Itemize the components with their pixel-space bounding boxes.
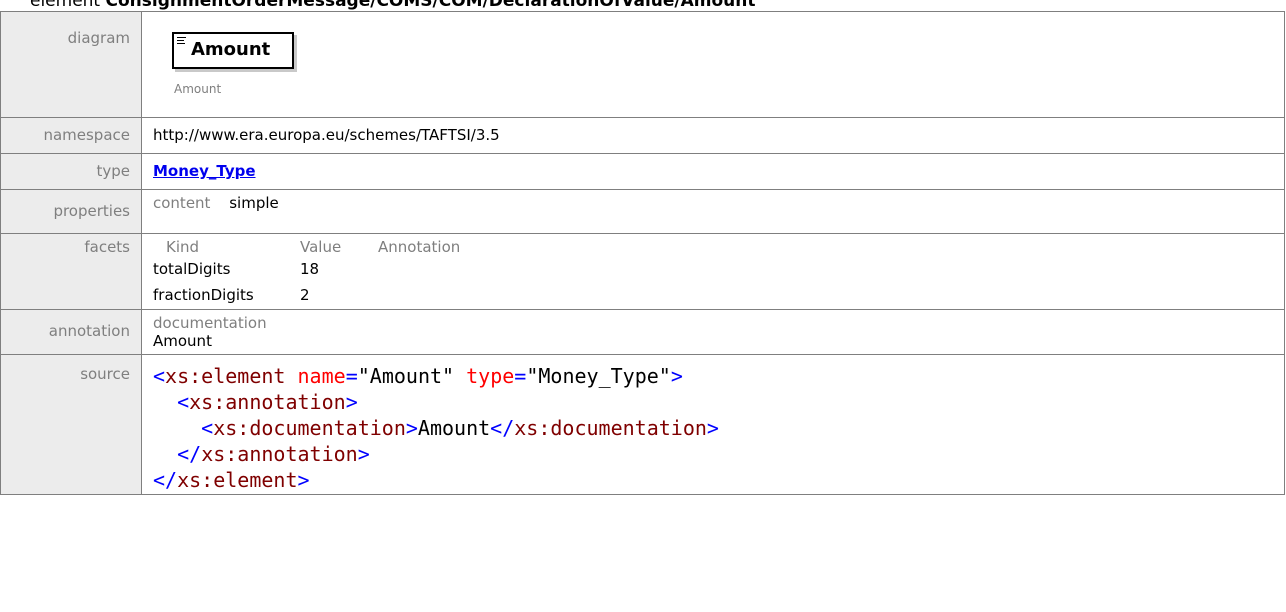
src-doc-text: Amount [417,416,491,440]
label-properties: properties [0,189,142,234]
src-attr-name-value: "Amount" [357,364,455,388]
facet-value: 2 [300,286,310,304]
facets-header-value: Value [300,238,342,256]
row-diagram: diagram Amount Amount [0,11,1285,118]
label-annotation: annotation [0,309,142,355]
annotation-block: documentation Amount [153,314,1284,350]
label-diagram: diagram [0,11,142,118]
title-prefix: element [30,0,101,11]
src-annotation-open: xs:annotation [189,390,346,414]
facet-kind: fractionDigits [153,286,254,304]
property-key: content [153,194,211,212]
property-value: simple [229,194,279,212]
row-namespace: namespace http://www.era.europa.eu/schem… [0,117,1285,154]
type-cell: Money_Type [141,153,1285,190]
element-diagram-box[interactable]: Amount [172,32,294,69]
page-title: element ConsignmentOrderMessage/COMS/COM… [30,0,756,11]
annotation-cell: documentation Amount [141,309,1285,355]
source-code: <xs:element name="Amount" type="Money_Ty… [153,364,719,492]
namespace-value: http://www.era.europa.eu/schemes/TAFTSI/… [141,117,1285,154]
facet-row: totalDigits 18 [153,256,1284,282]
title-path: ConsignmentOrderMessage/COMS/COM/Declara… [105,0,756,11]
row-facets: facets Kind Value Annotation totalDigits 18… [0,233,1285,310]
facet-row: fractionDigits 2 [153,282,1284,308]
label-namespace: namespace [0,117,142,154]
facets-table: Kind Value Annotation totalDigits 18 fracti… [153,238,1284,308]
src-element-tag: xs:element [165,364,286,388]
type-link[interactable]: Money_Type [153,162,256,180]
facets-cell: Kind Value Annotation totalDigits 18 fracti… [141,233,1285,310]
facets-header-annotation: Annotation [378,238,461,256]
diagram-caption: Amount [174,82,222,96]
element-doc-table: diagram Amount Amount namespace http://w… [0,11,1285,495]
source-cell: <xs:element name="Amount" type="Money_Ty… [141,354,1285,495]
label-type: type [0,153,142,190]
src-doc-open: xs:documentation [213,416,406,440]
facet-value: 18 [300,260,320,278]
row-annotation: annotation documentation Amount [0,309,1285,355]
row-type: type Money_Type [0,153,1285,190]
src-attr-type-value: "Money_Type" [526,364,671,388]
diagram-element-name: Amount [191,39,271,60]
sequence-lines-icon [177,37,186,46]
row-source: source <xs:element name="Amount" type="M… [0,354,1285,495]
facets-header-kind: Kind [166,238,200,256]
properties-cell: content simple [141,189,1285,234]
src-element-close: xs:element [177,468,298,492]
facets-header: Kind Value Annotation [153,238,1284,256]
annotation-key: documentation [153,314,267,332]
src-doc-close: xs:documentation [514,416,707,440]
src-annotation-close: xs:annotation [201,442,358,466]
facet-kind: totalDigits [153,260,231,278]
label-facets: facets [0,233,142,310]
property-content: content simple [153,194,1284,212]
row-properties: properties content simple [0,189,1285,234]
src-attr-name: name [297,364,346,388]
annotation-value: Amount [153,332,212,350]
src-attr-type: type [466,364,515,388]
label-source: source [0,354,142,495]
diagram-cell: Amount Amount [141,11,1285,118]
